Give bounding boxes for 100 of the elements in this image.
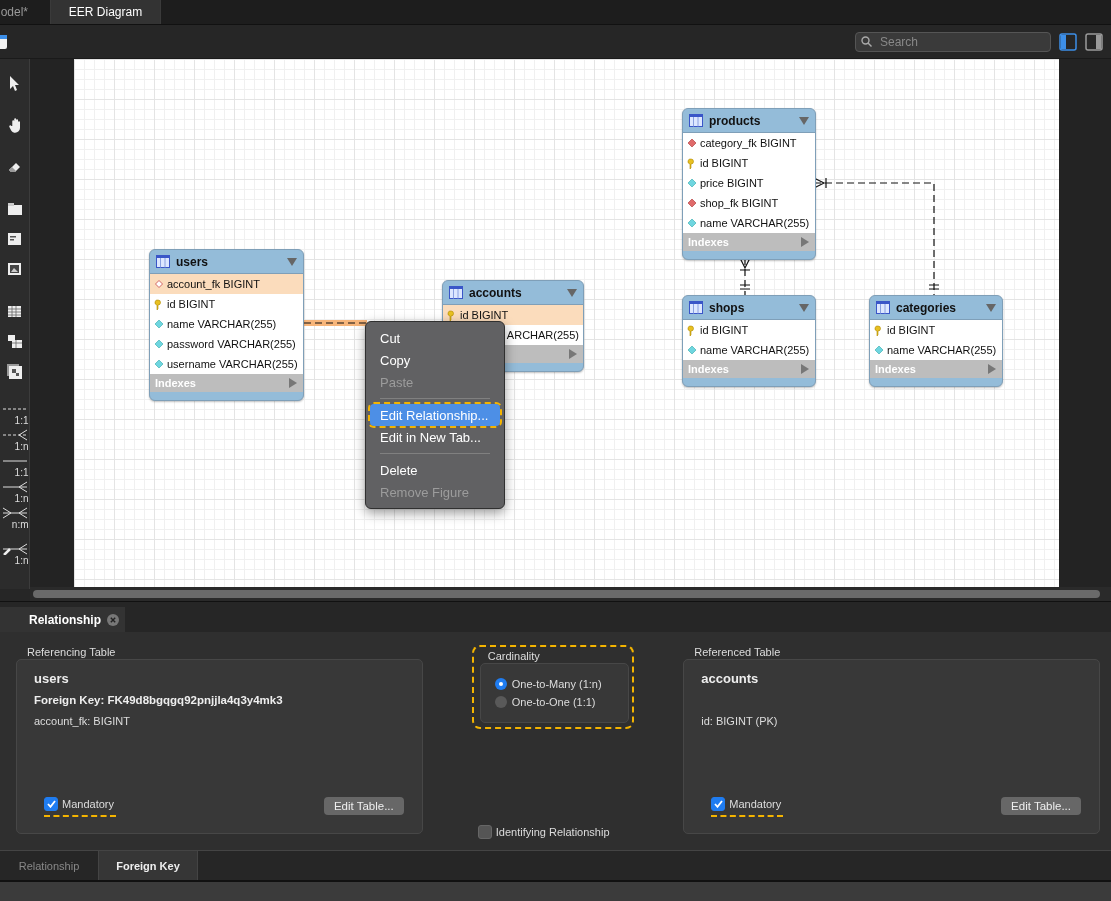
table-title: accounts: [701, 671, 760, 687]
column-row[interactable]: shop_fk BIGINT: [683, 193, 815, 213]
column-label: category_fk BIGINT: [700, 137, 797, 149]
expand-icon: [988, 364, 996, 374]
table-node[interactable]: products category_fk BIGINT id BIGINT price BIGINT shop_fk BIGINT name VARCHAR(255) Indexes: [682, 108, 816, 260]
column-label: password VARCHAR(255): [167, 338, 296, 350]
group-heading: Referenced Table: [693, 645, 782, 659]
table-icon: [689, 301, 703, 314]
crows-foot-icon: [0, 507, 29, 519]
diamond-icon: [154, 358, 164, 370]
column-row[interactable]: price BIGINT: [683, 173, 815, 193]
column-row[interactable]: id BIGINT: [683, 320, 815, 340]
table-node[interactable]: users account_fk BIGINT id BIGINT name VARCHAR(255) password VARCHAR(255) username VARCHAR(255) Indexes: [149, 249, 304, 401]
scrollbar-thumb[interactable]: [33, 590, 1100, 598]
column-label: name VARCHAR(255): [700, 217, 810, 229]
group-heading: Cardinality: [486, 649, 541, 663]
checkmark-icon: [46, 800, 56, 808]
diamond-icon: [687, 344, 697, 356]
edit-table-button[interactable]: Edit Table...: [1001, 797, 1081, 815]
column-label: account_fk: BIGINT: [34, 714, 131, 728]
panel-tab[interactable]: Relationship: [0, 607, 125, 632]
column-row[interactable]: id BIGINT: [150, 294, 303, 314]
document-tab[interactable]: EER Diagram: [51, 0, 161, 24]
group-heading: Referencing Table: [26, 645, 117, 659]
diamond-icon: [687, 177, 697, 189]
column-label: id BIGINT: [167, 298, 216, 310]
column-label: id BIGINT: [887, 324, 936, 336]
caret-icon: [287, 257, 297, 266]
radio-option[interactable]: One-to-One (1:1): [494, 696, 629, 708]
column-row[interactable]: category_fk BIGINT: [683, 133, 815, 153]
column-label: name VARCHAR(255): [167, 318, 277, 330]
caret-icon: [986, 303, 996, 312]
table-icon: [156, 255, 170, 268]
routine-icon: [7, 363, 22, 379]
crows-foot-icon: [0, 429, 29, 441]
document-icon: [0, 33, 8, 50]
radio-option[interactable]: One-to-Many (1:n): [494, 678, 629, 690]
table-name: users: [176, 254, 210, 269]
table-node[interactable]: categories id BIGINT name VARCHAR(255) Indexes: [869, 295, 1003, 387]
diamond-icon: [687, 217, 697, 229]
table-icon: [449, 286, 463, 299]
relationship-line[interactable]: [739, 257, 751, 296]
relationship-tool[interactable]: 1:n: [0, 429, 29, 453]
search-field[interactable]: Search: [855, 31, 1051, 52]
column-row[interactable]: id BIGINT: [870, 320, 1002, 340]
hand-icon: [9, 117, 20, 133]
table-name: products: [709, 113, 762, 128]
diamond-icon: [687, 137, 697, 149]
column-row[interactable]: password VARCHAR(255): [150, 334, 303, 354]
column-row[interactable]: name VARCHAR(255): [683, 340, 815, 360]
column-label: name VARCHAR(255): [700, 344, 810, 356]
expand-icon: [569, 349, 577, 359]
indexes-label: Indexes: [688, 236, 729, 248]
layer-icon: [7, 203, 22, 215]
relationship-tool[interactable]: 1:n: [0, 543, 29, 567]
table-icon: [689, 114, 703, 127]
key-icon: [687, 157, 697, 169]
menu-item[interactable]: Edit in New Tab...: [370, 426, 500, 448]
column-row[interactable]: name VARCHAR(255): [683, 213, 815, 233]
picker-line-icon: [0, 543, 29, 555]
relationship-tool[interactable]: 1:1: [0, 455, 29, 479]
expand-icon: [801, 237, 809, 247]
eraser-icon: [9, 162, 20, 172]
bottom-tab[interactable]: Foreign Key: [99, 851, 198, 880]
edit-table-button[interactable]: Edit Table...: [323, 797, 404, 815]
relationship-tool[interactable]: 1:1: [0, 403, 29, 427]
table-title: users: [34, 671, 70, 687]
mandatory-checkbox[interactable]: Mandatory: [44, 796, 116, 817]
column-label: id BIGINT: [460, 309, 509, 321]
column-row[interactable]: account_fk BIGINT: [150, 274, 303, 294]
foreign-key-label: Foreign Key: FK49d8bgqgq92pnjjla4q3y4mk3: [34, 693, 284, 708]
relationship-tool[interactable]: 1:n: [0, 481, 29, 505]
mandatory-checkbox[interactable]: Mandatory: [711, 796, 784, 817]
relationship-tool[interactable]: n:m: [0, 507, 29, 531]
column-row[interactable]: username VARCHAR(255): [150, 354, 303, 374]
column-row[interactable]: id BIGINT: [683, 153, 815, 173]
expand-icon: [289, 378, 297, 388]
menu-item[interactable]: Delete: [370, 459, 500, 481]
caret-icon: [799, 303, 809, 312]
identifying-checkbox[interactable]: Identifying Relationship: [477, 824, 635, 845]
column-row[interactable]: name VARCHAR(255): [870, 340, 1002, 360]
sidebar-toggle[interactable]: [1059, 32, 1077, 51]
expand-icon: [801, 364, 809, 374]
table-name: accounts: [469, 285, 523, 300]
table-node[interactable]: shops id BIGINT name VARCHAR(255) Indexes: [682, 295, 816, 387]
key-icon: [687, 324, 697, 336]
column-row[interactable]: id BIGINT: [443, 305, 583, 325]
table-icon: [876, 301, 890, 314]
column-label: ARCHAR(255): [506, 329, 579, 341]
column-label: price BIGINT: [700, 177, 764, 189]
close-icon: [107, 613, 119, 626]
sidebar-toggle[interactable]: [1085, 32, 1103, 51]
column-label: id BIGINT: [700, 157, 749, 169]
column-label: account_fk BIGINT: [167, 278, 260, 290]
diamond-icon: [154, 278, 164, 290]
diamond-icon: [874, 344, 884, 356]
search-icon: [861, 35, 872, 47]
caret-icon: [799, 116, 809, 125]
indexes-label: Indexes: [155, 377, 196, 389]
column-row[interactable]: name VARCHAR(255): [150, 314, 303, 334]
